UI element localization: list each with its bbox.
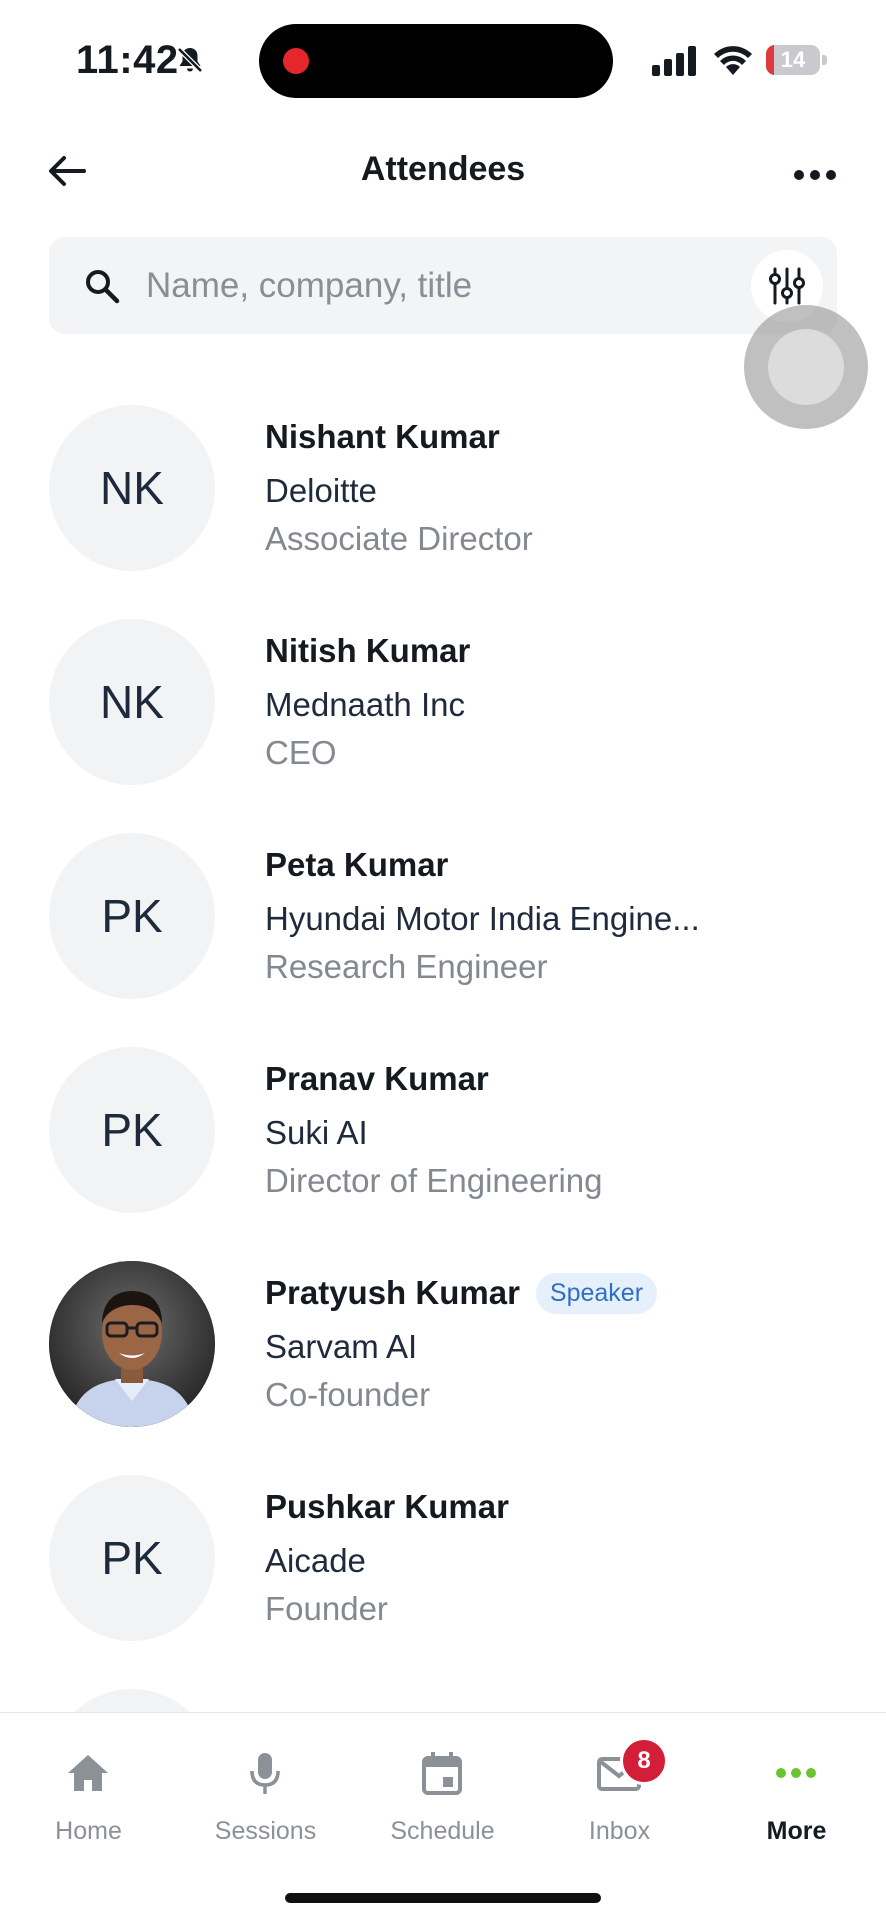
speaker-badge: Speaker — [535, 1272, 658, 1314]
attendee-name: Peta Kumar — [265, 846, 449, 883]
more-horizontal-icon[interactable] — [790, 152, 840, 192]
avatar-initials: NK — [100, 462, 164, 514]
attendee-company: Deloitte — [265, 472, 377, 509]
status-time: 11:42 — [76, 38, 179, 82]
tab-inbox[interactable]: Inbox — [531, 1713, 708, 1863]
person-photo-icon — [49, 1261, 215, 1427]
attendee-name: Pranav Kumar — [265, 1060, 489, 1097]
attendee-name: Nitish Kumar — [265, 632, 471, 669]
top-bar: Attendees — [0, 130, 886, 210]
tab-label: Sessions — [214, 1817, 317, 1845]
home-indicator — [285, 1893, 601, 1903]
home-icon — [68, 1755, 108, 1791]
search-input[interactable] — [144, 255, 708, 317]
attendee-title: Director of Engineering — [265, 1162, 603, 1199]
tab-label: More — [766, 1817, 827, 1845]
avatar-initials: PK — [101, 1532, 163, 1584]
attendee-title: Co-founder — [265, 1376, 431, 1413]
avatar: PK — [49, 1475, 215, 1641]
attendee-row[interactable]: NK Nitish Kumar Mednaath Inc CEO — [0, 614, 886, 828]
tab-home[interactable]: Home — [0, 1713, 177, 1863]
avatar-initials: PK — [101, 1104, 163, 1156]
avatar-initials: NK — [100, 676, 164, 728]
bottom-nav: Home Sessions Schedule Inbox More 8 — [0, 1712, 886, 1921]
tab-label: Inbox — [588, 1817, 651, 1845]
attendee-row[interactable]: NK Nishant Kumar Deloitte Associate Dire… — [0, 400, 886, 614]
attendee-company: Mednaath Inc — [265, 686, 465, 723]
attendee-row[interactable]: PK Pushkar Kumar Aicade Founder — [0, 1470, 886, 1684]
avatar-initials: PK — [101, 890, 163, 942]
tab-schedule[interactable]: Schedule — [354, 1713, 531, 1863]
attendee-title: Associate Director — [265, 520, 533, 557]
page-title: Attendees — [360, 150, 526, 188]
cellular-signal-icon — [652, 46, 696, 76]
attendee-company: Hyundai Motor India Engine... — [265, 900, 700, 937]
battery-percent: 14 — [780, 47, 806, 72]
more-dots-icon — [776, 1768, 816, 1778]
attendee-name: Nishant Kumar — [265, 418, 500, 455]
attendee-name: Pratyush Kumar — [265, 1274, 520, 1311]
tab-label: Schedule — [390, 1817, 495, 1845]
attendee-name: Pushkar Kumar — [265, 1488, 509, 1525]
tab-label: Home — [55, 1817, 122, 1845]
attendee-title: CEO — [265, 734, 337, 771]
calendar-icon — [422, 1752, 462, 1795]
dynamic-island — [259, 24, 613, 98]
attendee-list: NK Nishant Kumar Deloitte Associate Dire… — [0, 400, 886, 1898]
avatar: NK — [49, 619, 215, 785]
attendee-row[interactable]: PK Pranav Kumar Suki AI Director of Engi… — [0, 1042, 886, 1256]
avatar: PK — [49, 1047, 215, 1213]
search-bar — [49, 237, 837, 334]
attendee-company: Sarvam AI — [265, 1328, 418, 1365]
avatar: NK — [49, 405, 215, 571]
attendee-row[interactable]: Pratyush Kumar Speaker Sarvam AI Co-foun… — [0, 1256, 886, 1470]
avatar-photo — [49, 1261, 215, 1427]
attendee-company: Aicade — [265, 1542, 366, 1579]
sliders-icon — [769, 267, 805, 305]
attendee-title: Founder — [265, 1590, 388, 1627]
recording-dot-icon — [283, 48, 309, 74]
avatar: PK — [49, 833, 215, 999]
battery-icon: 14 — [766, 45, 828, 75]
inbox-count-badge: 8 — [620, 1737, 668, 1785]
attendee-title: Research Engineer — [265, 948, 548, 985]
search-icon — [86, 270, 120, 304]
status-bar: 11:42 14 — [0, 0, 886, 110]
microphone-icon — [250, 1753, 280, 1794]
wifi-icon — [714, 46, 752, 75]
tab-sessions[interactable]: Sessions — [177, 1713, 354, 1863]
attendee-row[interactable]: PK Peta Kumar Hyundai Motor India Engine… — [0, 828, 886, 1042]
attendee-company: Suki AI — [265, 1114, 368, 1151]
tab-more[interactable]: More — [708, 1713, 885, 1863]
bell-slash-icon — [177, 47, 203, 73]
